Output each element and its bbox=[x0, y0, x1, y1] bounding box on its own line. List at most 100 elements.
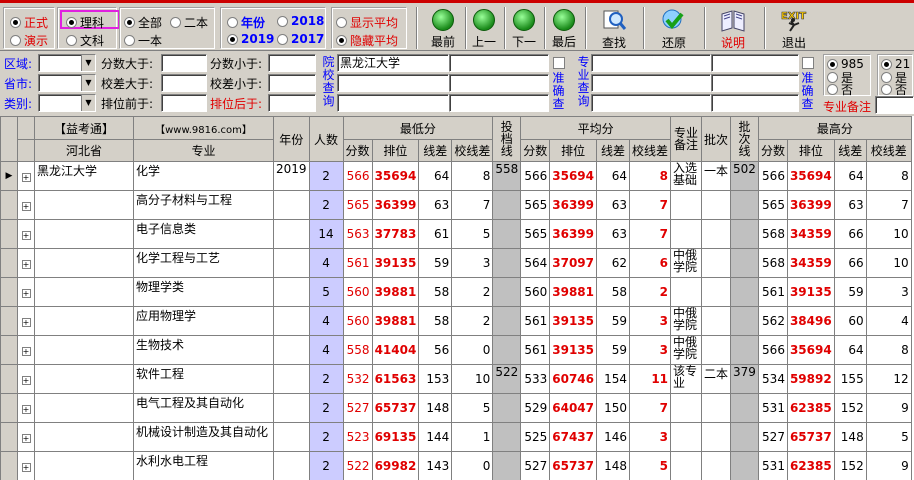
table-row[interactable]: + 软件工程 2 532 61563 153 10 522 533 60746 154 11 该专业 二本… bbox=[0, 364, 912, 394]
school-cell[interactable] bbox=[34, 190, 134, 220]
batch-cell[interactable] bbox=[701, 422, 732, 452]
batch-cell[interactable]: 一本 bbox=[701, 161, 732, 191]
header-max-schooldiff[interactable]: 校线差 bbox=[865, 139, 912, 162]
expand-plus-icon[interactable]: + bbox=[21, 463, 31, 472]
max-schooldiff-cell[interactable]: 12 bbox=[865, 364, 912, 394]
school-cell[interactable] bbox=[34, 335, 134, 365]
table-row[interactable]: + 生物技术 4 558 41404 56 0 561 39135 59 3 中俄学院 566 35694… bbox=[0, 335, 912, 365]
major-input-1[interactable] bbox=[591, 54, 711, 72]
min-schooldiff-cell[interactable]: 1 bbox=[451, 422, 494, 452]
expand-plus-icon[interactable]: + bbox=[21, 173, 31, 182]
school-cell[interactable] bbox=[34, 364, 134, 394]
batchline-cell[interactable] bbox=[730, 451, 759, 480]
min-score-cell[interactable]: 560 bbox=[342, 306, 373, 336]
max-linediff-cell[interactable]: 60 bbox=[833, 306, 867, 336]
header-province[interactable]: 河北省 bbox=[34, 139, 134, 162]
max-score-cell[interactable]: 566 bbox=[757, 335, 788, 365]
min-rank-cell[interactable]: 39881 bbox=[371, 306, 420, 336]
max-rank-cell[interactable]: 62385 bbox=[786, 393, 835, 423]
min-rank-cell[interactable]: 41404 bbox=[371, 335, 420, 365]
avg-rank-cell[interactable]: 39135 bbox=[549, 335, 597, 365]
max-schooldiff-cell[interactable]: 8 bbox=[865, 161, 912, 191]
avg-schooldiff-cell[interactable]: 3 bbox=[628, 306, 672, 336]
max-rank-cell[interactable]: 34359 bbox=[786, 219, 835, 249]
expand-cell[interactable]: + bbox=[17, 306, 35, 336]
year-cell[interactable] bbox=[273, 335, 310, 365]
max-score-cell[interactable]: 527 bbox=[757, 422, 788, 452]
max-score-cell[interactable]: 531 bbox=[757, 451, 788, 480]
school-input-6[interactable] bbox=[449, 94, 549, 112]
avg-schooldiff-cell[interactable]: 2 bbox=[628, 277, 672, 307]
header-year[interactable]: 年份 bbox=[273, 116, 310, 162]
min-rank-cell[interactable]: 36399 bbox=[371, 190, 420, 220]
max-rank-cell[interactable]: 35694 bbox=[786, 335, 835, 365]
avg-linediff-cell[interactable]: 150 bbox=[596, 393, 630, 423]
radio-hide-avg[interactable]: 隐藏平均 bbox=[336, 32, 398, 49]
count-cell[interactable]: 2 bbox=[308, 393, 344, 423]
note-cell[interactable]: 中俄学院 bbox=[670, 306, 703, 336]
note-cell[interactable] bbox=[670, 277, 703, 307]
toudang-cell[interactable]: 558 bbox=[492, 161, 522, 191]
min-linediff-cell[interactable]: 144 bbox=[418, 422, 453, 452]
year-cell[interactable] bbox=[273, 364, 310, 394]
header-max[interactable]: 最高分 bbox=[757, 116, 912, 140]
table-row[interactable]: + 物理学类 5 560 39881 58 2 560 39881 58 2 561 39135 59 3 bbox=[0, 277, 912, 307]
batch-cell[interactable] bbox=[701, 335, 732, 365]
avg-schooldiff-cell[interactable]: 8 bbox=[628, 161, 672, 191]
year-cell[interactable] bbox=[273, 451, 310, 480]
province-select[interactable]: ▼ bbox=[38, 74, 96, 92]
expand-plus-icon[interactable]: + bbox=[21, 202, 31, 211]
toudang-cell[interactable] bbox=[492, 219, 522, 249]
min-schooldiff-cell[interactable]: 2 bbox=[451, 306, 494, 336]
max-score-cell[interactable]: 562 bbox=[757, 306, 788, 336]
max-linediff-cell[interactable]: 64 bbox=[833, 161, 867, 191]
school-exact-checkbox[interactable] bbox=[553, 57, 565, 69]
radio-2017[interactable]: 2017 bbox=[277, 32, 324, 46]
expand-cell[interactable]: + bbox=[17, 422, 35, 452]
row-indicator[interactable] bbox=[0, 364, 18, 394]
max-linediff-cell[interactable]: 155 bbox=[833, 364, 867, 394]
year-cell[interactable] bbox=[273, 190, 310, 220]
max-linediff-cell[interactable]: 66 bbox=[833, 219, 867, 249]
avg-linediff-cell[interactable]: 63 bbox=[596, 219, 630, 249]
year-cell[interactable] bbox=[273, 277, 310, 307]
min-linediff-cell[interactable]: 153 bbox=[418, 364, 453, 394]
expand-cell[interactable]: + bbox=[17, 277, 35, 307]
min-score-cell[interactable]: 565 bbox=[342, 190, 373, 220]
avg-score-cell[interactable]: 564 bbox=[520, 248, 551, 278]
max-rank-cell[interactable]: 38496 bbox=[786, 306, 835, 336]
batchline-cell[interactable] bbox=[730, 248, 759, 278]
toudang-cell[interactable] bbox=[492, 335, 522, 365]
batch-cell[interactable] bbox=[701, 393, 732, 423]
batch-cell[interactable] bbox=[701, 219, 732, 249]
max-rank-cell[interactable]: 34359 bbox=[786, 248, 835, 278]
max-linediff-cell[interactable]: 148 bbox=[833, 422, 867, 452]
diff-lt-input[interactable] bbox=[268, 74, 316, 92]
count-cell[interactable]: 14 bbox=[308, 219, 344, 249]
max-rank-cell[interactable]: 36399 bbox=[786, 190, 835, 220]
toudang-cell[interactable] bbox=[492, 393, 522, 423]
year-cell[interactable]: 2019 bbox=[273, 161, 310, 191]
avg-rank-cell[interactable]: 36399 bbox=[549, 219, 597, 249]
expand-plus-icon[interactable]: + bbox=[21, 231, 31, 240]
avg-schooldiff-cell[interactable]: 5 bbox=[628, 451, 672, 480]
min-linediff-cell[interactable]: 61 bbox=[418, 219, 453, 249]
radio-second[interactable]: 二本 bbox=[170, 14, 208, 31]
radio-year-label[interactable]: 年份 bbox=[227, 14, 265, 31]
expand-plus-icon[interactable]: + bbox=[21, 405, 31, 414]
avg-rank-cell[interactable]: 35694 bbox=[549, 161, 597, 191]
avg-schooldiff-cell[interactable]: 11 bbox=[628, 364, 672, 394]
batchline-cell[interactable] bbox=[730, 393, 759, 423]
expand-plus-icon[interactable]: + bbox=[21, 347, 31, 356]
avg-score-cell[interactable]: 561 bbox=[520, 335, 551, 365]
expand-cell[interactable]: + bbox=[17, 364, 35, 394]
header-toudang[interactable]: 投档线 bbox=[492, 116, 522, 162]
expand-cell[interactable]: + bbox=[17, 248, 35, 278]
expand-cell[interactable]: + bbox=[17, 219, 35, 249]
min-schooldiff-cell[interactable]: 10 bbox=[451, 364, 494, 394]
row-indicator[interactable] bbox=[0, 248, 18, 278]
min-score-cell[interactable]: 563 bbox=[342, 219, 373, 249]
count-cell[interactable]: 2 bbox=[308, 451, 344, 480]
note-cell[interactable] bbox=[670, 451, 703, 480]
year-cell[interactable] bbox=[273, 306, 310, 336]
